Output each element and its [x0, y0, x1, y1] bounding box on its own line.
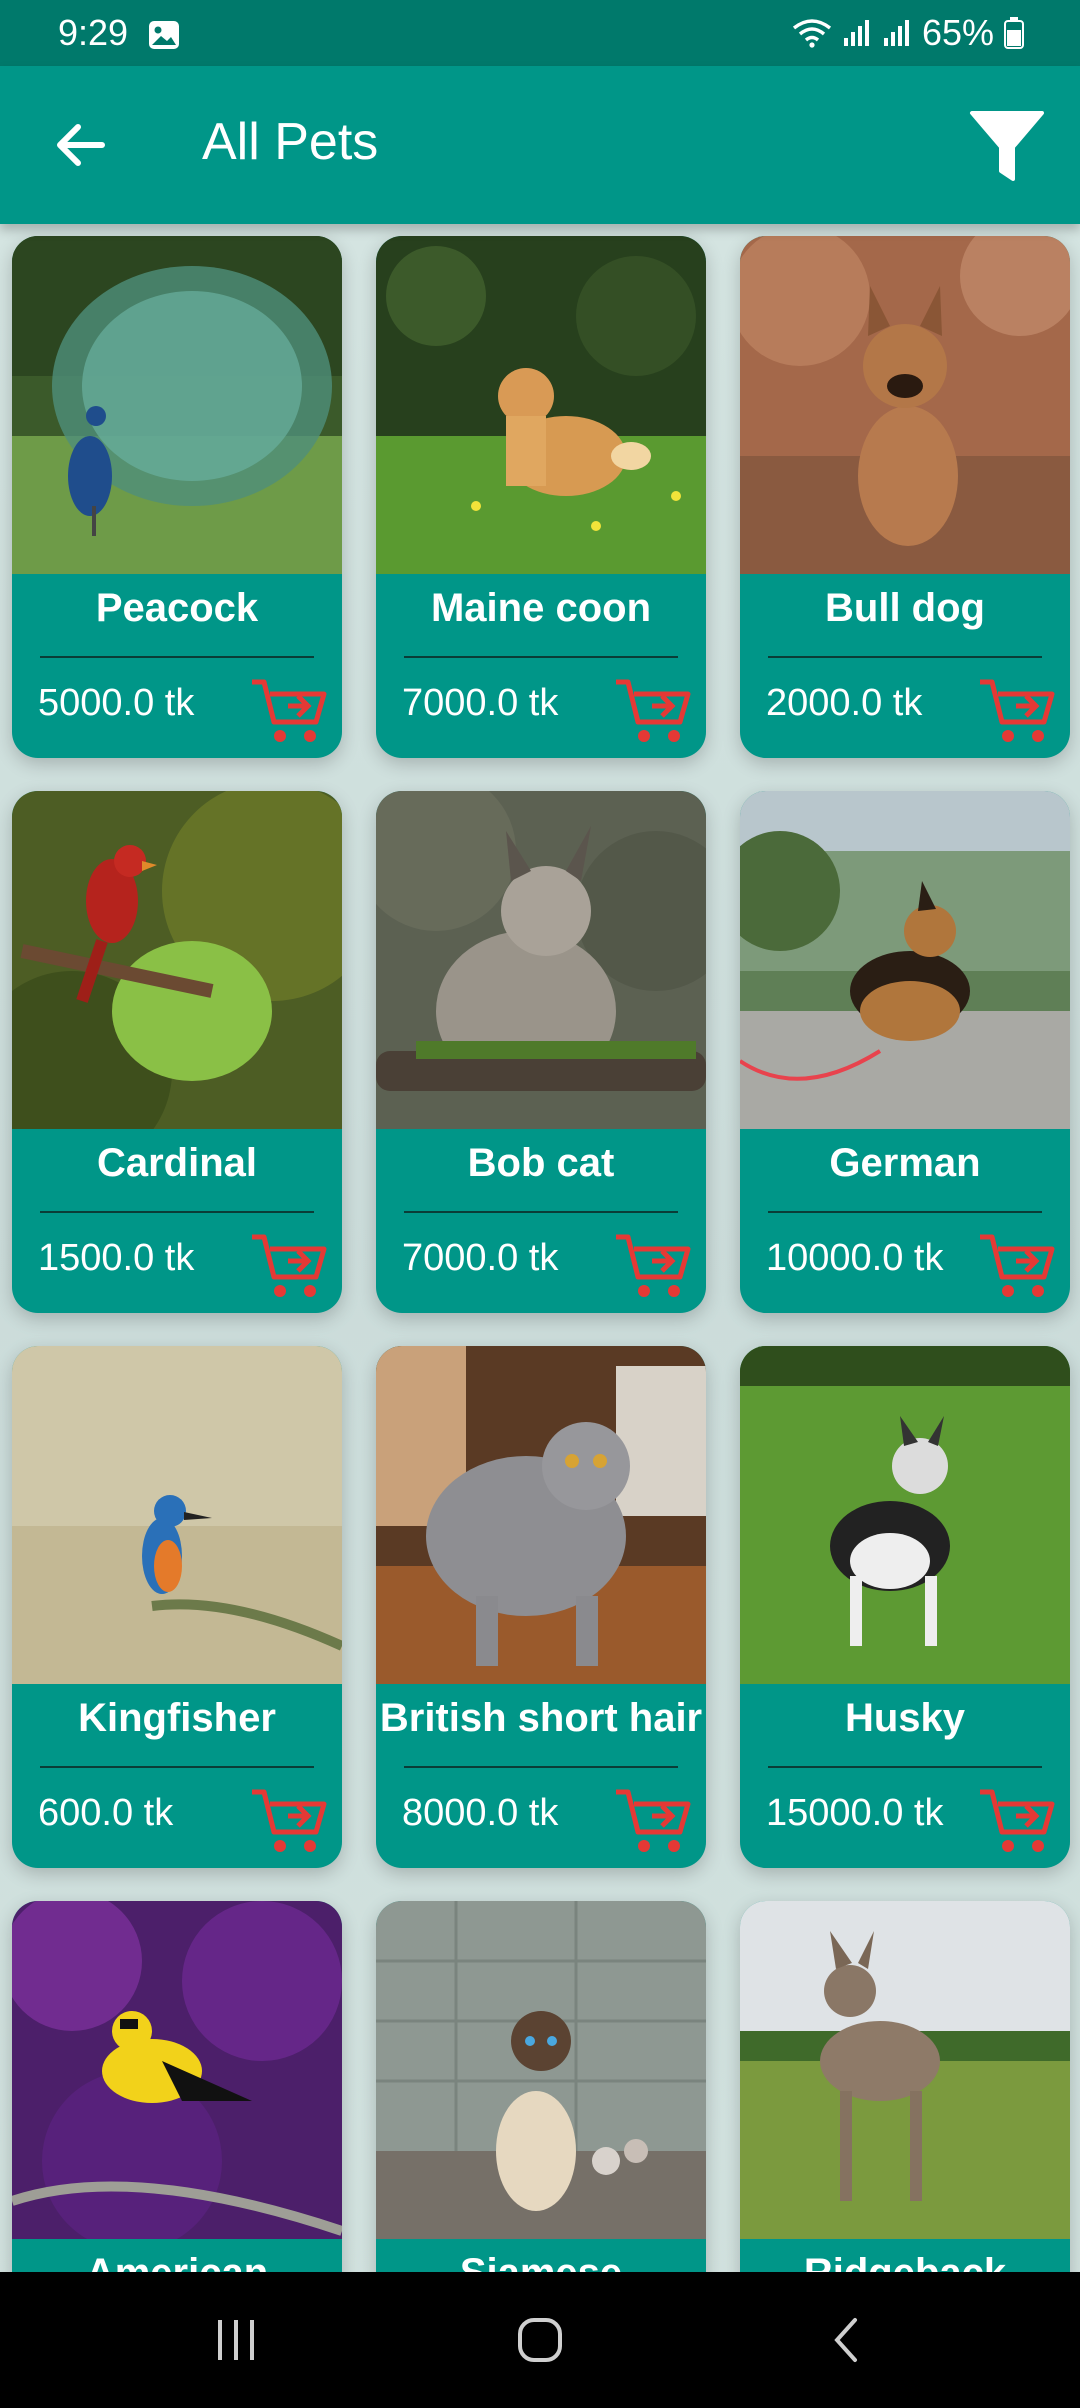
- pet-card-cardinal[interactable]: Cardinal 1500.0 tk: [12, 791, 342, 1313]
- pet-name: Peacock: [95, 586, 259, 630]
- add-to-cart-icon: [252, 679, 327, 742]
- pet-price: 2000.0 tk: [766, 682, 923, 724]
- pet-name: Maine coon: [430, 586, 652, 630]
- status-bar: 9:29 65%: [0, 0, 1080, 66]
- pet-name: Bob cat: [467, 1141, 615, 1185]
- arrow-left-icon: [57, 124, 105, 166]
- filter-icon: [970, 111, 1044, 181]
- divider: [404, 1766, 678, 1768]
- cardinal-photo: [12, 791, 342, 1129]
- siamese-photo: [376, 1901, 706, 2239]
- husky-photo: [740, 1346, 1070, 1684]
- pets-grid-scroll[interactable]: Peacock 5000.0 tk Maine coon 7000.0 tk B…: [0, 224, 1080, 2272]
- pet-price: 10000.0 tk: [766, 1237, 944, 1279]
- maine-coon-photo: [376, 236, 706, 574]
- back-button[interactable]: [40, 110, 120, 180]
- divider: [40, 1766, 314, 1768]
- german-shepherd-photo: [740, 791, 1070, 1129]
- back-nav-button[interactable]: [806, 2308, 886, 2372]
- divider: [768, 1766, 1042, 1768]
- add-to-cart-icon: [616, 1789, 691, 1852]
- pet-price: 600.0 tk: [38, 1792, 174, 1834]
- pet-name: German shepherd: [815, 1141, 995, 1197]
- pet-card-husky[interactable]: Husky 15000.0 tk: [740, 1346, 1070, 1868]
- add-to-cart-icon: [616, 679, 691, 742]
- add-to-cart-icon: [252, 1789, 327, 1852]
- kingfisher-photo: [12, 1346, 342, 1684]
- pet-name: Kingfisher: [78, 1696, 276, 1740]
- pet-price: 1500.0 tk: [38, 1237, 195, 1279]
- pet-name: Cardinal: [96, 1141, 258, 1185]
- divider: [40, 656, 314, 658]
- pet-price: 8000.0 tk: [402, 1792, 559, 1834]
- add-to-cart-button[interactable]: [978, 1786, 1058, 1858]
- add-to-cart-icon: [980, 679, 1055, 742]
- pet-name: Husky: [844, 1696, 966, 1740]
- status-indicators: 65%: [792, 12, 1024, 54]
- app-bar: All Pets: [0, 66, 1080, 224]
- gallery-icon: [148, 20, 180, 50]
- add-to-cart-icon: [616, 1234, 691, 1297]
- pet-card-siamese[interactable]: Siamese: [376, 1901, 706, 2272]
- pet-card-british-short-hair[interactable]: British short hair 8000.0 tk: [376, 1346, 706, 1868]
- add-to-cart-button[interactable]: [614, 1231, 694, 1303]
- pets-grid: Peacock 5000.0 tk Maine coon 7000.0 tk B…: [12, 236, 1070, 2272]
- page-title: All Pets: [202, 113, 379, 171]
- add-to-cart-button[interactable]: [250, 1786, 330, 1858]
- battery-percent: 65%: [921, 12, 994, 53]
- add-to-cart-icon: [252, 1234, 327, 1297]
- status-time: 9:29: [58, 12, 129, 53]
- bobcat-photo: [376, 791, 706, 1129]
- add-to-cart-button[interactable]: [978, 1231, 1058, 1303]
- back-chevron-icon: [834, 2318, 857, 2362]
- pet-card-maine-coon[interactable]: Maine coon 7000.0 tk: [376, 236, 706, 758]
- home-button[interactable]: [500, 2308, 580, 2372]
- pet-name: Ridgeback: [740, 2247, 1070, 2272]
- pet-card-ridgeback[interactable]: Ridgeback: [740, 1901, 1070, 2272]
- goldfinch-photo: [12, 1901, 342, 2239]
- signal-icon-2: [883, 20, 909, 46]
- add-to-cart-button[interactable]: [978, 676, 1058, 748]
- pet-name: Siamese: [376, 2247, 706, 2272]
- pet-name: Bull dog: [825, 586, 985, 630]
- pet-price: 7000.0 tk: [402, 1237, 559, 1279]
- bulldog-photo: [740, 236, 1070, 574]
- divider: [768, 1211, 1042, 1213]
- pet-name: British short hair: [379, 1696, 703, 1740]
- pet-name: American goldfinch: [12, 2247, 342, 2272]
- add-to-cart-button[interactable]: [250, 1231, 330, 1303]
- divider: [404, 656, 678, 658]
- peacock-photo: [12, 236, 342, 574]
- add-to-cart-button[interactable]: [614, 1786, 694, 1858]
- home-icon: [518, 2318, 562, 2362]
- british-shorthair-photo: [376, 1346, 706, 1684]
- pet-card-bob-cat[interactable]: Bob cat 7000.0 tk: [376, 791, 706, 1313]
- pet-card-german-shepherd[interactable]: German shepherd 10000.0 tk: [740, 791, 1070, 1313]
- add-to-cart-icon: [980, 1789, 1055, 1852]
- pet-price: 15000.0 tk: [766, 1792, 944, 1834]
- recent-apps-icon: [218, 2320, 254, 2360]
- filter-button[interactable]: [962, 102, 1052, 192]
- pet-card-kingfisher[interactable]: Kingfisher 600.0 tk: [12, 1346, 342, 1868]
- recent-apps-button[interactable]: [196, 2308, 276, 2372]
- divider: [404, 1211, 678, 1213]
- divider: [40, 1211, 314, 1213]
- signal-icon: [843, 20, 869, 46]
- wifi-icon: [792, 19, 832, 48]
- pet-price: 5000.0 tk: [38, 682, 195, 724]
- divider: [768, 656, 1042, 658]
- system-nav-bar: [0, 2272, 1080, 2408]
- pet-card-bull-dog[interactable]: Bull dog 2000.0 tk: [740, 236, 1070, 758]
- pet-price: 7000.0 tk: [402, 682, 559, 724]
- add-to-cart-button[interactable]: [614, 676, 694, 748]
- add-to-cart-button[interactable]: [250, 676, 330, 748]
- ridgeback-photo: [740, 1901, 1070, 2239]
- pet-card-american-goldfinch[interactable]: American goldfinch: [12, 1901, 342, 2272]
- add-to-cart-icon: [980, 1234, 1055, 1297]
- pet-card-peacock[interactable]: Peacock 5000.0 tk: [12, 236, 342, 758]
- battery-icon: [1004, 17, 1024, 49]
